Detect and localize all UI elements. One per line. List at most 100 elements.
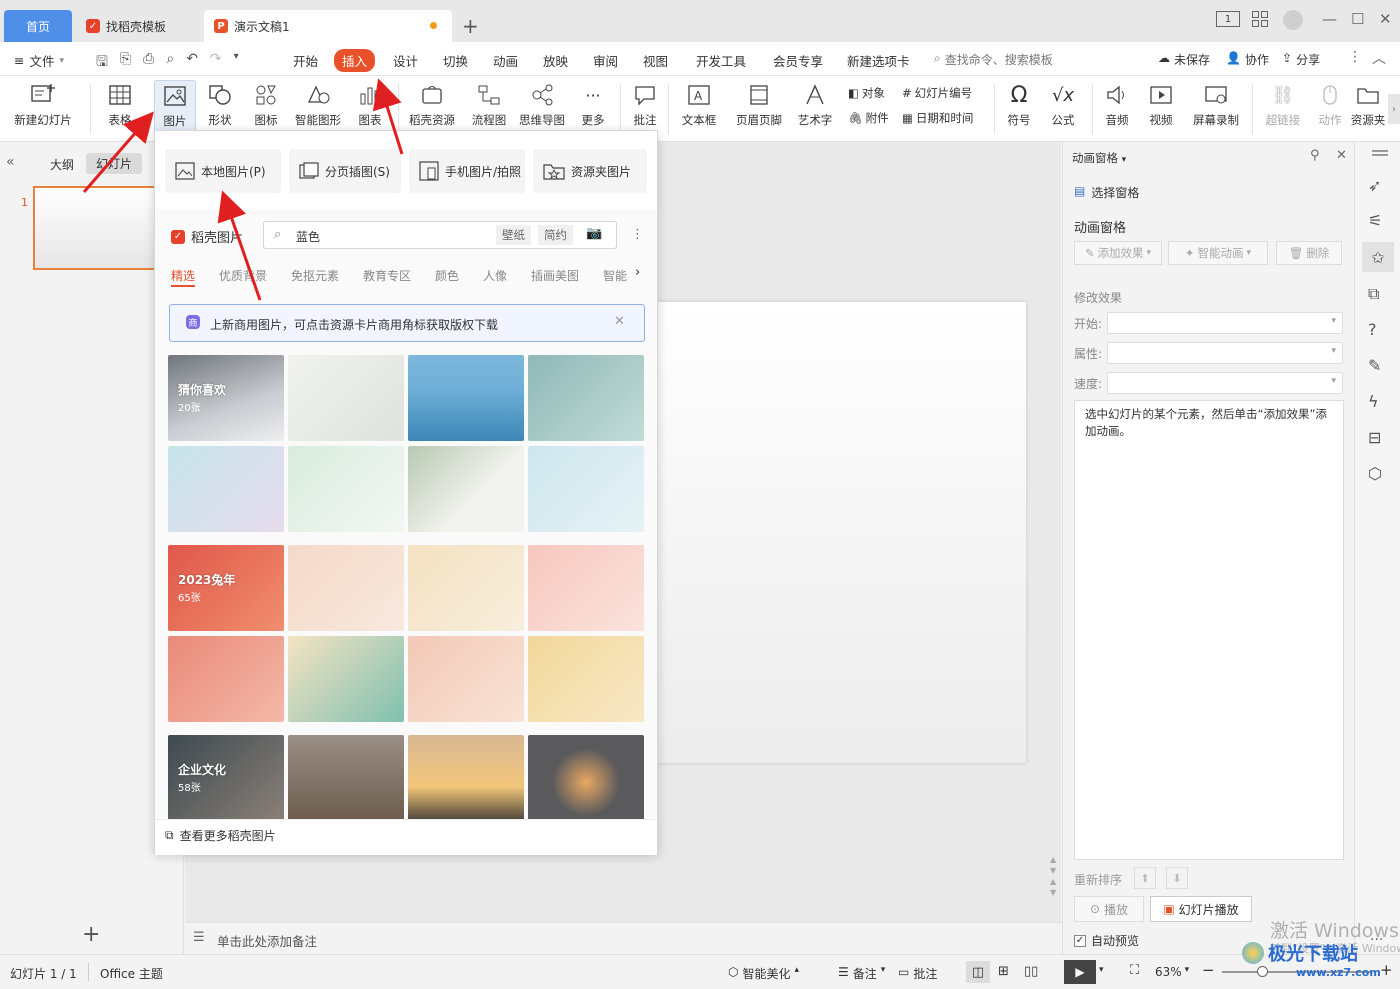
print-preview-icon[interactable]: ⌕: [166, 51, 174, 75]
menu-view[interactable]: 视图: [643, 51, 668, 70]
notice-close-icon[interactable]: ✕: [614, 314, 625, 329]
comments-toggle[interactable]: ▭ 批注: [898, 965, 937, 982]
auto-preview-checkbox[interactable]: ✓ 自动预览: [1074, 932, 1139, 949]
maximize-button[interactable]: ☐: [1351, 10, 1364, 28]
animation-list[interactable]: 选中幻灯片的某个元素，然后单击“添加效果”添加动画。: [1074, 400, 1344, 860]
start-select[interactable]: ▾: [1107, 312, 1343, 334]
category-featured[interactable]: 精选: [171, 267, 195, 284]
more-pictures-link[interactable]: ⧉ 查看更多稻壳图片: [165, 827, 276, 844]
normal-view-icon[interactable]: ◫: [966, 961, 990, 983]
page-illustration-button[interactable]: 分页插图(S): [289, 149, 401, 193]
picture-group-rabbit-year[interactable]: 2023兔年 65张: [168, 545, 284, 631]
attachment-button[interactable]: 🖇 附件: [848, 110, 889, 126]
daoke-resource-button[interactable]: 稻壳资源: [406, 80, 458, 128]
tab-home[interactable]: 首页: [4, 10, 72, 42]
apps-grid-icon[interactable]: [1252, 11, 1268, 27]
more-insert-button[interactable]: ··· 更多: [574, 80, 612, 128]
menu-insert[interactable]: 插入: [334, 49, 376, 72]
formula-button[interactable]: √x 公式: [1044, 80, 1082, 128]
collapse-panel-icon[interactable]: «: [6, 154, 15, 170]
chip-simple[interactable]: 简约: [538, 225, 573, 245]
picture-thumbnail[interactable]: [288, 446, 404, 532]
slide-thumbnail[interactable]: [33, 186, 157, 270]
wordart-button[interactable]: 艺术字: [792, 80, 838, 128]
picture-thumbnail[interactable]: [528, 735, 644, 821]
picture-thumbnail[interactable]: [408, 446, 524, 532]
zoom-out-icon[interactable]: −: [1202, 961, 1215, 979]
more-options-icon[interactable]: ⋮: [1348, 49, 1362, 65]
category-education[interactable]: 教育专区: [363, 267, 411, 284]
more-options-icon[interactable]: ⋮: [631, 227, 644, 242]
command-search[interactable]: ⌕ 查找命令、搜索模板: [934, 51, 1053, 68]
picture-button[interactable]: 图片: [154, 80, 196, 134]
collaborate-button[interactable]: 👤 协作: [1226, 51, 1269, 68]
picture-thumbnail[interactable]: [288, 636, 404, 722]
add-slide-button[interactable]: +: [82, 922, 100, 947]
print-icon[interactable]: ⎙: [143, 51, 154, 75]
picture-thumbnail[interactable]: [168, 636, 284, 722]
share-button[interactable]: ⇪ 分享: [1282, 51, 1320, 68]
smart-animation-button[interactable]: ✦ 智能动画 ▾: [1168, 241, 1268, 265]
hyperlink-button[interactable]: ⛓ 超链接: [1258, 80, 1308, 128]
collapse-ribbon-icon[interactable]: ︿: [1372, 48, 1386, 68]
object-button[interactable]: ◧ 对象: [848, 85, 885, 101]
file-menu[interactable]: ≡ 文件 ▾: [14, 51, 64, 70]
undo-icon[interactable]: ↶: [186, 51, 198, 75]
close-button[interactable]: ✕: [1379, 10, 1392, 28]
video-button[interactable]: 视频: [1142, 80, 1180, 128]
picture-thumbnail[interactable]: [408, 735, 524, 821]
menu-review[interactable]: 审阅: [593, 51, 618, 70]
picture-search-input[interactable]: ⌕ 蓝色 壁纸 简约 📷: [263, 221, 617, 249]
canvas-scroll-controls[interactable]: ▲ ▼ ▲ ▼: [1050, 854, 1058, 898]
unsaved-status[interactable]: ☁ 未保存: [1158, 51, 1210, 68]
flowchart-button[interactable]: 流程图: [468, 80, 510, 128]
theme-name[interactable]: Office 主题: [100, 965, 163, 982]
slideshow-options-icon[interactable]: ▾: [1099, 965, 1104, 975]
picture-thumbnail[interactable]: [528, 636, 644, 722]
menu-developer[interactable]: 开发工具: [696, 51, 746, 70]
help-icon[interactable]: ?: [1368, 320, 1377, 339]
property-select[interactable]: ▾: [1107, 342, 1343, 364]
phone-picture-button[interactable]: 手机图片/拍照: [409, 149, 525, 193]
picture-thumbnail[interactable]: [288, 355, 404, 441]
pin-icon[interactable]: ⚲: [1310, 148, 1320, 163]
ribbon-scroll-right-icon[interactable]: ›: [1388, 94, 1400, 124]
resource-folder-picture-button[interactable]: 资源夹图片: [533, 149, 647, 193]
save-icon[interactable]: 🖫: [96, 51, 108, 75]
picture-thumbnail[interactable]: [408, 636, 524, 722]
picture-thumbnail[interactable]: [288, 735, 404, 821]
side-menu-icon[interactable]: [1372, 150, 1388, 152]
resource-folder-button[interactable]: 资源夹: [1350, 80, 1386, 128]
redo-icon[interactable]: ↷: [210, 51, 222, 75]
transition-icon[interactable]: ⧉: [1368, 284, 1379, 304]
new-tab-button[interactable]: +: [462, 14, 479, 38]
move-up-icon[interactable]: ⬆: [1134, 867, 1156, 889]
notes-bar[interactable]: ☰ 单击此处添加备注: [185, 922, 1061, 954]
box-icon[interactable]: ⬡: [1368, 464, 1382, 483]
book-search-icon[interactable]: ⊟: [1368, 428, 1381, 447]
beautify-icon[interactable]: ✎: [1368, 356, 1381, 375]
delete-effect-button[interactable]: 🗑 删除: [1276, 241, 1342, 265]
menu-animation[interactable]: 动画: [493, 51, 518, 70]
menu-transition[interactable]: 切换: [443, 51, 468, 70]
add-effect-button[interactable]: ✎ 添加效果 ▾: [1074, 241, 1162, 265]
picture-group-guess-you-like[interactable]: 猜你喜欢 20张: [168, 355, 284, 441]
mindmap-button[interactable]: 思维导图: [516, 80, 568, 128]
adjust-icon[interactable]: ⚟: [1368, 211, 1382, 230]
category-background[interactable]: 优质背景: [219, 267, 267, 284]
new-slide-button[interactable]: 新建幻灯片: [10, 80, 76, 128]
category-illustration[interactable]: 插画美图: [531, 267, 579, 284]
audio-button[interactable]: 音频: [1098, 80, 1136, 128]
slideshow-play-button[interactable]: ▣ 幻灯片播放: [1150, 896, 1252, 922]
menu-design[interactable]: 设计: [393, 51, 418, 70]
pane-close-icon[interactable]: ✕: [1336, 148, 1347, 163]
zoom-level[interactable]: 63% ▾: [1155, 965, 1189, 979]
speed-select[interactable]: ▾: [1107, 372, 1343, 394]
header-footer-button[interactable]: 页眉页脚: [732, 80, 786, 128]
slide-number-button[interactable]: # 幻灯片编号: [902, 85, 972, 101]
rocket-icon[interactable]: ➶: [1368, 176, 1381, 195]
play-button[interactable]: ⊙ 播放: [1074, 896, 1144, 922]
slides-tab[interactable]: 幻灯片: [86, 153, 143, 174]
category-portrait[interactable]: 人像: [483, 267, 507, 284]
tab-template[interactable]: ✓ 找稻壳模板: [78, 10, 198, 42]
